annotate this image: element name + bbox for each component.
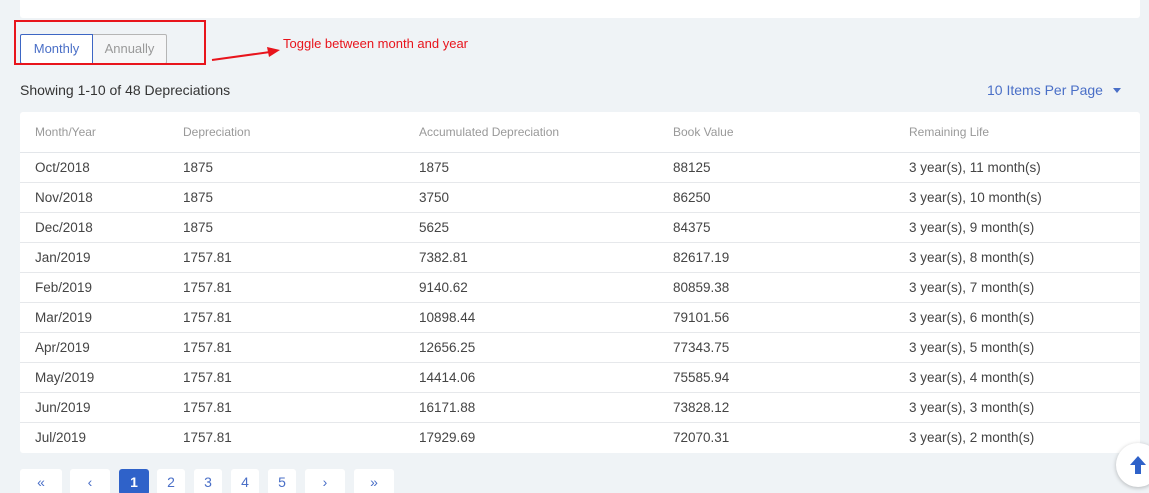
annually-toggle-button[interactable]: Annually	[93, 34, 167, 64]
remaining-life-cell: 3 year(s), 9 month(s)	[894, 212, 1140, 243]
arrow-up-icon	[1130, 456, 1146, 474]
depreciation-cell: 1757.81	[183, 429, 232, 445]
accumulated-depreciation-cell: 10898.44	[404, 302, 658, 333]
month-year-cell: Feb/2019	[20, 272, 168, 303]
remaining-life-cell: 3 year(s), 2 month(s)	[909, 429, 1035, 445]
remaining-life-cell: 3 year(s), 10 month(s)	[894, 182, 1140, 213]
month-year-cell: Oct/2018	[20, 152, 168, 183]
next-page-button[interactable]: ›	[305, 469, 345, 493]
page-button-3[interactable]: 3	[194, 469, 222, 493]
prev-page-button[interactable]: ‹	[70, 469, 110, 493]
remaining-life-cell: 3 year(s), 4 month(s)	[894, 362, 1140, 393]
book-value-cell: 79101.56	[658, 302, 894, 333]
remaining-life-cell: 3 year(s), 7 month(s)	[894, 272, 1140, 303]
month-year-cell: Mar/2019	[20, 302, 168, 333]
depreciation-cell: 1757.81	[168, 302, 404, 333]
depreciation-cell: 1757.81	[168, 242, 404, 273]
column-header: Month/Year	[20, 112, 168, 153]
items-per-page-label: 10 Items Per Page	[987, 82, 1103, 98]
monthly-toggle-button[interactable]: Monthly	[20, 34, 93, 64]
accumulated-depreciation-cell: 7382.81	[404, 242, 658, 273]
depreciation-cell: 1757.81	[168, 332, 404, 363]
book-value-cell: 73828.12	[658, 392, 894, 423]
depreciation-cell: 1757.81	[168, 272, 404, 303]
month-year-cell: Jun/2019	[20, 392, 168, 423]
period-toggle: Monthly Annually	[20, 34, 167, 64]
depreciation-cell: 1757.81	[168, 362, 404, 393]
scroll-to-top-button[interactable]	[1116, 443, 1149, 487]
month-year-cell: Jul/2019	[35, 429, 87, 445]
table-row: Feb/2019 1757.81 9140.62 80859.38 3 year(s),…	[20, 272, 1140, 303]
depreciation-table: Month/Year Depreciation Accumulated Depr…	[20, 112, 1140, 452]
depreciation-cell: 1875	[168, 182, 404, 213]
accumulated-depreciation-cell: 1875	[404, 152, 658, 183]
page-button-4[interactable]: 4	[231, 469, 259, 493]
table-row: Apr/2019 1757.81 12656.25 77343.75 3 year(s)…	[20, 332, 1140, 363]
depreciation-cell: 1875	[168, 212, 404, 243]
accumulated-depreciation-cell: 5625	[404, 212, 658, 243]
remaining-life-cell: 3 year(s), 8 month(s)	[894, 242, 1140, 273]
annotation-arrow-icon	[211, 47, 280, 61]
depreciation-table-card: Month/Year Depreciation Accumulated Depr…	[20, 112, 1140, 453]
column-header: Accumulated Depreciation	[404, 112, 658, 153]
column-header: Remaining Life	[894, 112, 1140, 153]
month-year-cell: Nov/2018	[20, 182, 168, 213]
book-value-cell: 84375	[658, 212, 894, 243]
page-button-1[interactable]: 1	[119, 469, 149, 493]
top-card	[20, 0, 1140, 18]
page-button-5[interactable]: 5	[268, 469, 296, 493]
column-header: Depreciation	[168, 112, 404, 153]
table-row: Jul/2019 1757.81 17929.69 72070.31 3 year(s)…	[20, 422, 1140, 452]
remaining-life-cell: 3 year(s), 6 month(s)	[894, 302, 1140, 333]
book-value-cell: 75585.94	[658, 362, 894, 393]
last-page-button[interactable]: »	[354, 469, 394, 493]
depreciation-cell: 1875	[168, 152, 404, 183]
table-row: Oct/2018 1875 1875 88125 3 year(s), 11 month…	[20, 152, 1140, 183]
caret-down-icon	[1112, 88, 1121, 93]
depreciation-cell: 1757.81	[168, 392, 404, 423]
remaining-life-cell: 3 year(s), 3 month(s)	[894, 392, 1140, 423]
column-header: Book Value	[658, 112, 894, 153]
annotation-text: Toggle between month and year	[283, 36, 469, 51]
items-per-page-dropdown[interactable]: 10 Items Per Page	[987, 82, 1121, 98]
table-row: Jan/2019 1757.81 7382.81 82617.19 3 year(s),…	[20, 242, 1140, 273]
book-value-cell: 80859.38	[658, 272, 894, 303]
pagination: « ‹ 1 2 3 4 5 › »	[20, 469, 394, 493]
accumulated-depreciation-cell: 9140.62	[404, 272, 658, 303]
accumulated-depreciation-cell: 12656.25	[404, 332, 658, 363]
table-row: May/2019 1757.81 14414.06 75585.94 3 year(s)…	[20, 362, 1140, 393]
accumulated-depreciation-cell: 17929.69	[419, 429, 476, 445]
book-value-cell: 72070.31	[673, 429, 730, 445]
book-value-cell: 88125	[658, 152, 894, 183]
table-row: Jun/2019 1757.81 16171.88 73828.12 3 year(s)…	[20, 392, 1140, 423]
month-year-cell: Jan/2019	[20, 242, 168, 273]
month-year-cell: Apr/2019	[20, 332, 168, 363]
remaining-life-cell: 3 year(s), 5 month(s)	[894, 332, 1140, 363]
remaining-life-cell: 3 year(s), 11 month(s)	[894, 152, 1140, 183]
month-year-cell: May/2019	[20, 362, 168, 393]
table-row: Nov/2018 1875 3750 86250 3 year(s), 10 month…	[20, 182, 1140, 213]
page-button-2[interactable]: 2	[157, 469, 185, 493]
accumulated-depreciation-cell: 3750	[404, 182, 658, 213]
book-value-cell: 82617.19	[658, 242, 894, 273]
book-value-cell: 86250	[658, 182, 894, 213]
table-header-row: Month/Year Depreciation Accumulated Depr…	[20, 112, 1140, 153]
showing-count: Showing 1-10 of 48 Depreciations	[20, 82, 231, 98]
table-row: Mar/2019 1757.81 10898.44 79101.56 3 year(s)…	[20, 302, 1140, 333]
first-page-button[interactable]: «	[20, 469, 62, 493]
month-year-cell: Dec/2018	[20, 212, 168, 243]
table-row: Dec/2018 1875 5625 84375 3 year(s), 9 month(…	[20, 212, 1140, 243]
accumulated-depreciation-cell: 16171.88	[404, 392, 658, 423]
book-value-cell: 77343.75	[658, 332, 894, 363]
accumulated-depreciation-cell: 14414.06	[404, 362, 658, 393]
